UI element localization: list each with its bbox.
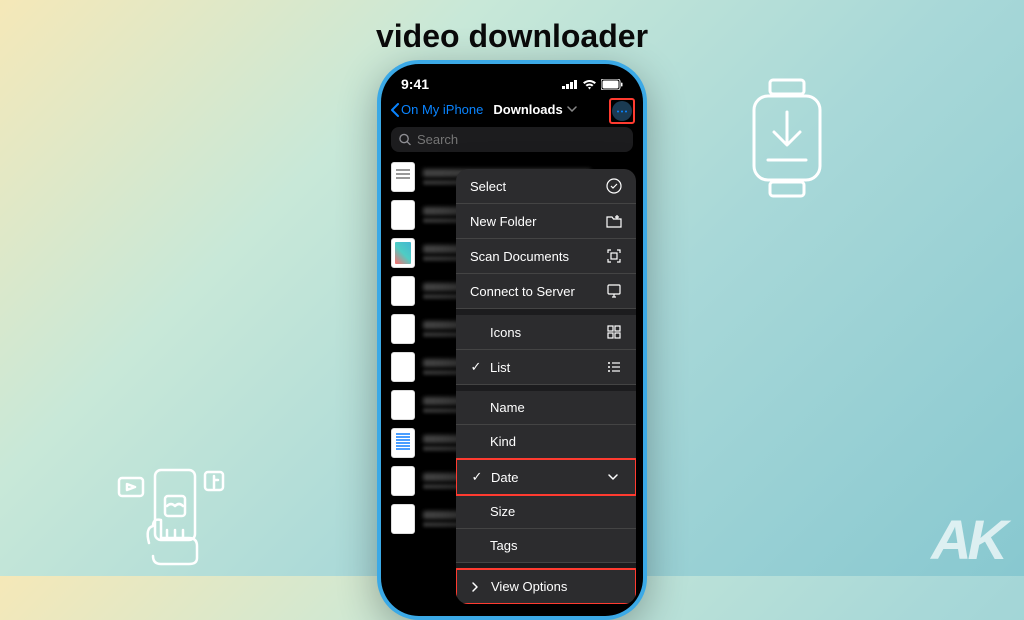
chevron-down-icon bbox=[567, 104, 577, 115]
social-media-phone-icon bbox=[105, 458, 245, 568]
file-icon bbox=[391, 390, 415, 420]
chevron-down-icon bbox=[605, 469, 621, 485]
list-icon bbox=[606, 359, 622, 375]
menu-scan-documents[interactable]: Scan Documents bbox=[456, 239, 636, 274]
menu-sort-name[interactable]: Name bbox=[456, 391, 636, 425]
checkmark-icon: ✓ bbox=[470, 359, 482, 375]
menu-label: Icons bbox=[490, 325, 521, 340]
menu-label: Date bbox=[491, 470, 518, 485]
menu-new-folder[interactable]: New Folder bbox=[456, 204, 636, 239]
menu-label: List bbox=[490, 360, 510, 375]
back-label: On My iPhone bbox=[401, 102, 483, 117]
menu-view-options[interactable]: View Options bbox=[456, 568, 636, 604]
nav-bar: On My iPhone Downloads bbox=[381, 96, 643, 123]
file-icon bbox=[391, 314, 415, 344]
menu-label: New Folder bbox=[470, 214, 536, 229]
scan-icon bbox=[606, 248, 622, 264]
grid-icon bbox=[606, 324, 622, 340]
menu-label: Size bbox=[490, 504, 515, 519]
phone-frame: 9:41 On My iPhone Downloads bbox=[377, 60, 647, 620]
menu-label: Scan Documents bbox=[470, 249, 569, 264]
menu-icons-view[interactable]: Icons bbox=[456, 315, 636, 350]
phone-screen: 9:41 On My iPhone Downloads bbox=[381, 64, 643, 616]
file-icon bbox=[391, 504, 415, 534]
menu-sort-tags[interactable]: Tags bbox=[456, 529, 636, 563]
back-button[interactable]: On My iPhone bbox=[391, 102, 483, 117]
status-icons bbox=[562, 79, 623, 90]
file-icon bbox=[391, 200, 415, 230]
menu-label: Name bbox=[490, 400, 525, 415]
nav-title[interactable]: Downloads bbox=[493, 102, 562, 117]
menu-label: Tags bbox=[490, 538, 517, 553]
file-icon bbox=[391, 276, 415, 306]
menu-label: View Options bbox=[491, 579, 567, 594]
file-icon bbox=[391, 428, 415, 458]
menu-sort-date[interactable]: ✓ Date bbox=[456, 458, 636, 496]
checkmark-circle-icon bbox=[606, 178, 622, 194]
status-time: 9:41 bbox=[401, 76, 429, 92]
search-input[interactable] bbox=[417, 132, 625, 147]
file-icon bbox=[391, 238, 415, 268]
cellular-icon bbox=[562, 79, 578, 89]
menu-label: Kind bbox=[490, 434, 516, 449]
search-icon bbox=[399, 133, 411, 146]
brand-logo: AK bbox=[931, 507, 1004, 572]
menu-sort-size[interactable]: Size bbox=[456, 495, 636, 529]
ellipsis-circle-icon bbox=[612, 101, 632, 121]
menu-connect-server[interactable]: Connect to Server bbox=[456, 274, 636, 309]
wifi-icon bbox=[582, 79, 597, 90]
battery-icon bbox=[601, 79, 623, 90]
file-icon bbox=[391, 162, 415, 192]
menu-list-view[interactable]: ✓ List bbox=[456, 350, 636, 385]
more-options-button[interactable] bbox=[609, 98, 635, 124]
chevron-left-icon bbox=[391, 103, 399, 117]
folder-plus-icon bbox=[606, 213, 622, 229]
search-bar[interactable] bbox=[391, 127, 633, 152]
menu-select[interactable]: Select bbox=[456, 169, 636, 204]
checkmark-icon: ✓ bbox=[471, 469, 483, 485]
file-icon bbox=[391, 352, 415, 382]
smartwatch-download-icon bbox=[742, 78, 832, 198]
status-bar: 9:41 bbox=[381, 64, 643, 96]
server-icon bbox=[606, 283, 622, 299]
menu-label: Select bbox=[470, 179, 506, 194]
menu-label: Connect to Server bbox=[470, 284, 575, 299]
chevron-right-icon bbox=[471, 581, 479, 593]
title: video downloader bbox=[376, 18, 648, 55]
menu-sort-kind[interactable]: Kind bbox=[456, 425, 636, 459]
context-menu: Select New Folder Scan Documents Connect… bbox=[456, 169, 636, 604]
file-icon bbox=[391, 466, 415, 496]
